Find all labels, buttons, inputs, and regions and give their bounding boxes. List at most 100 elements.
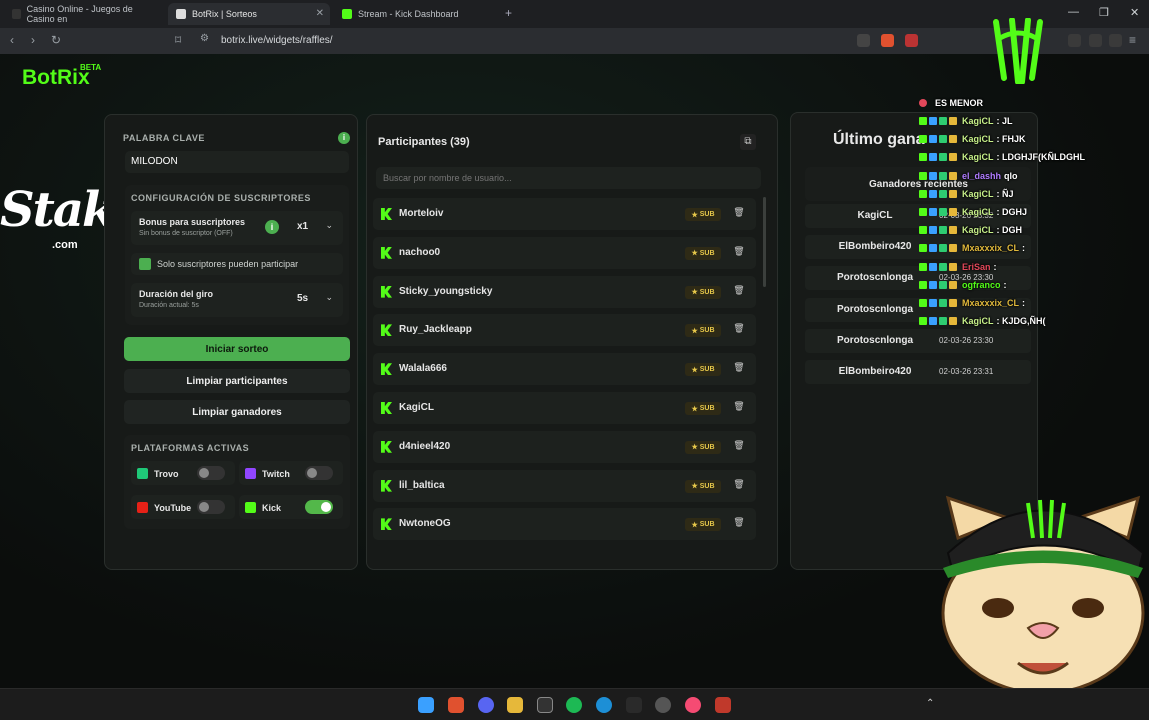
sidebar-icon[interactable] [1068,34,1081,47]
kick-toggle[interactable] [305,500,333,514]
bookmark-icon[interactable]: ⌑ [175,33,181,47]
trash-icon[interactable]: 🗑 [732,246,746,260]
media-app-icon[interactable] [537,697,553,713]
minimize-icon[interactable]: — [1068,6,1079,18]
chat-message: KagiCL: FHJK [919,134,1026,144]
edge-icon[interactable] [596,697,612,713]
vpn-icon[interactable] [1109,34,1122,47]
star-icon: ★ [691,483,698,491]
vip-badge-icon [949,317,957,325]
trash-icon[interactable]: 🗑 [732,362,746,376]
maximize-icon[interactable]: ❐ [1099,6,1109,19]
chat-text: : DGH [996,225,1023,235]
bonus-select[interactable]: x1 ⌄ [291,218,335,236]
info-icon[interactable]: i [265,220,279,234]
close-tab-icon[interactable]: ✕ [316,8,324,19]
forward-icon[interactable]: › [31,33,35,47]
kick-badge-icon [919,244,927,252]
winner-name: ElBombeiro420 [838,366,912,377]
vpn-app-icon[interactable] [715,697,731,713]
sub-badge-icon [929,317,937,325]
winner-row: Porotoscnlonga 02-03-26 23:30 [805,328,1031,353]
star-icon: ★ [691,521,698,529]
subs-only-row[interactable]: Solo suscriptores pueden participar [131,253,343,275]
chat-text: : ÑJ [996,189,1014,199]
copy-icon[interactable]: ⧉ [740,134,756,150]
mod-badge-icon [939,226,947,234]
sub-badge-icon [929,117,937,125]
chevron-up-icon[interactable]: ⌃ [926,698,934,709]
back-icon[interactable]: ‹ [10,33,14,47]
app-icon[interactable] [626,697,642,713]
participant-row: Morteloiv ★ SUB 🗑 [373,198,756,230]
trash-icon[interactable]: 🗑 [732,323,746,337]
trash-icon[interactable]: 🗑 [732,479,746,493]
start-menu-icon[interactable] [418,697,434,713]
winner-date: 02-03-26 23:31 [939,367,994,376]
trovo-icon [137,468,148,479]
stake-overlay-logo-sub: .com [52,239,78,251]
youtube-toggle[interactable] [197,500,225,514]
streamer-avatar-icon [941,495,1145,688]
kick-badge-icon [919,172,927,180]
reload-icon[interactable]: ↻ [51,33,61,47]
chevron-down-icon: ⌄ [325,220,333,230]
share-icon[interactable] [857,34,870,47]
star-icon: ★ [691,327,698,335]
trash-icon[interactable]: 🗑 [732,517,746,531]
chat-text: : KJDG,ÑH( [996,316,1046,326]
kick-badge-icon [919,135,927,143]
trash-icon[interactable]: 🗑 [732,207,746,221]
spin-duration-select[interactable]: 5s ⌄ [291,290,335,308]
tab-casino[interactable]: Casino Online - Juegos de Casino en [4,3,164,25]
new-tab-icon[interactable]: + [505,6,512,20]
participants-scrollbar[interactable] [763,197,766,287]
start-raffle-button[interactable]: Iniciar sorteo [124,337,350,361]
sub-badge: ★ SUB [685,363,721,377]
clear-participants-button[interactable]: Limpiar participantes [124,369,350,393]
spotify-icon[interactable] [566,697,582,713]
discord-icon[interactable] [478,697,494,713]
trash-icon[interactable]: 🗑 [732,285,746,299]
kick-badge-icon [919,281,927,289]
rewards-icon[interactable] [905,34,918,47]
brave-browser-icon[interactable] [448,697,464,713]
subs-only-checkbox[interactable] [139,258,151,270]
info-icon[interactable]: i [338,132,350,144]
site-info-icon[interactable]: ⚙ [200,33,209,44]
sub-badge: ★ SUB [685,440,721,454]
youtube-icon [137,502,148,513]
twitch-toggle[interactable] [305,466,333,480]
close-window-icon[interactable]: ✕ [1130,6,1139,19]
clear-winners-button[interactable]: Limpiar ganadores [124,400,350,424]
extensions-icon[interactable] [1089,34,1102,47]
tab-botrix[interactable]: BotRix | Sorteos ✕ [168,3,330,25]
trovo-toggle[interactable] [197,466,225,480]
stake-favicon-icon [12,9,21,19]
kick-icon [245,502,256,513]
chat-text: : [993,262,997,272]
vip-badge-icon [949,135,957,143]
trash-icon[interactable]: 🗑 [732,440,746,454]
keyword-input[interactable]: MILODON [125,151,349,173]
subs-section-title: CONFIGURACIÓN DE SUSCRIPTORES [131,193,311,203]
participant-name: Ruy_Jackleapp [399,324,472,336]
file-explorer-icon[interactable] [507,697,523,713]
menu-icon[interactable]: ≡ [1129,33,1136,47]
obs-icon[interactable] [655,697,671,713]
chat-message: ES MENOR [919,98,983,108]
brave-shield-icon[interactable] [881,34,894,47]
chat-text: : LDGHJF(KÑLDGHL [996,152,1086,162]
url-text[interactable]: botrix.live/widgets/raffles/ [221,35,333,46]
music-icon[interactable] [685,697,701,713]
tab-kick[interactable]: Stream - Kick Dashboard [334,3,500,25]
kick-icon [381,285,392,298]
chat-username: EriSan [962,262,991,272]
chat-text: ES MENOR [935,98,984,108]
trash-icon[interactable]: 🗑 [732,401,746,415]
participant-search-input[interactable] [376,167,761,189]
participant-row: nachoo0 ★ SUB 🗑 [373,236,756,269]
vip-badge-icon [949,281,957,289]
chat-text: qlo [1004,171,1018,181]
vip-badge-icon [949,263,957,271]
